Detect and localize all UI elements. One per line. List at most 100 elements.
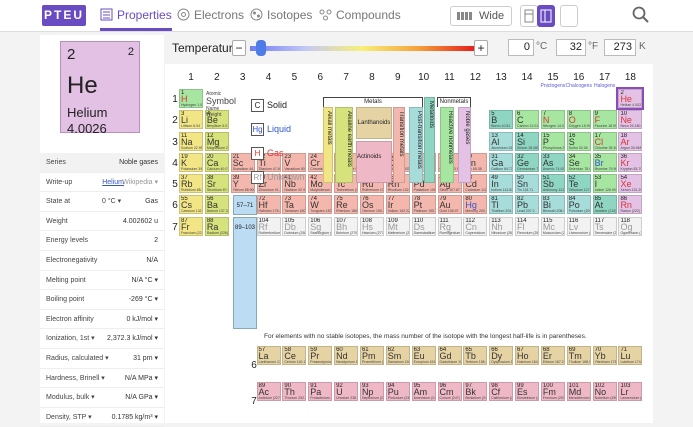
element-cell[interactable]: 53IIodine 126.90 [593, 174, 617, 193]
search-icon[interactable] [632, 6, 650, 24]
element-cell[interactable]: 66DyDysprosium 162.50 [489, 346, 513, 365]
property-value[interactable]: Helium [102, 173, 124, 193]
element-cell[interactable]: 93NpNeptunium (237) [360, 382, 384, 401]
element-cell[interactable]: 96CmCurium (247) [438, 382, 462, 401]
category-filter[interactable]: Alkali metals [323, 107, 333, 183]
element-cell[interactable]: 116LvLivermorium (293) [567, 217, 591, 236]
wide-button[interactable]: Wide [450, 6, 512, 26]
element-cell[interactable]: 95AmAmericium (243) [412, 382, 436, 401]
state-label[interactable]: Gas [267, 148, 284, 158]
element-cell[interactable]: 15PPhosphorus 30.974 [541, 132, 565, 151]
element-cell[interactable]: 88RaRadium (226) [205, 217, 229, 236]
temperature-slider-track[interactable] [250, 46, 474, 51]
element-cell[interactable]: 79AuGold 196.97 [438, 195, 462, 214]
element-cell[interactable]: 87FrFrancium (223) [179, 217, 203, 236]
category-filter[interactable]: Lanthanoids [356, 107, 392, 139]
element-cell[interactable]: 59PrPraseodymium 140.91 [308, 346, 332, 365]
element-cell[interactable]: 36KrKrypton 83.798 [618, 153, 642, 172]
element-cell[interactable]: 19KPotassium 39.098 [179, 153, 203, 172]
element-cell[interactable]: 70YbYtterbium 173.05 [593, 346, 617, 365]
element-cell[interactable]: 101MdMendelevium (258) [567, 382, 591, 401]
element-cell[interactable]: 65TbTerbium 158.93 [463, 346, 487, 365]
element-cell[interactable]: 85AtAstatine (210) [593, 195, 617, 214]
category-filter[interactable]: Noble gases [458, 107, 471, 183]
category-filter[interactable]: Post-transition metals [409, 107, 423, 183]
layout-button[interactable] [520, 5, 538, 27]
element-cell[interactable]: 58CeCerium 140.12 [282, 346, 306, 365]
element-cell[interactable]: 98CfCalifornium (251) [489, 382, 513, 401]
element-cell[interactable]: 71LuLutetium 174.97 [618, 346, 642, 365]
tab-isotopes[interactable]: Isotopes [250, 0, 312, 31]
temperature-slider-handle[interactable] [256, 40, 266, 56]
element-cell[interactable]: 1HHydrogen 1.008 [179, 89, 203, 108]
element-cell[interactable]: 16SSulfur 32.06 [567, 132, 591, 151]
category-filter[interactable]: Metalloids [424, 97, 435, 183]
element-cell[interactable]: 13AlAluminium 26.982 [489, 132, 513, 151]
dark-mode-button[interactable] [560, 5, 578, 27]
element-cell[interactable]: 50SnTin 118.71 [515, 174, 539, 193]
element-cell[interactable]: 78PtPlatinum 195.08 [412, 195, 436, 214]
category-filter[interactable]: Alkaline earth metals [335, 107, 353, 183]
element-cell[interactable]: 76OsOsmium 190.23 [360, 195, 384, 214]
element-cell[interactable]: 12MgMagnesium 24.305 [205, 132, 229, 151]
lanthanoid-placeholder[interactable]: 57–71 [233, 195, 257, 215]
element-cell[interactable]: 57LaLanthanum 138.91 [257, 346, 281, 365]
element-cell[interactable]: 61PmPromethium (145) [360, 346, 384, 365]
element-cell[interactable]: 81TlThallium 204.38 [489, 195, 513, 214]
element-cell[interactable]: 105DbDubnium (268) [282, 217, 306, 236]
state-code[interactable]: Rf [251, 171, 264, 184]
temperature-decrease-button[interactable]: − [232, 40, 246, 56]
state-label[interactable]: Unknown [267, 172, 305, 182]
element-cell[interactable]: 106SgSeaborgium (269) [308, 217, 332, 236]
element-cell[interactable]: 118OgOganesson (294) [618, 217, 642, 236]
element-cell[interactable]: 92UUranium 238.03 [334, 382, 358, 401]
element-cell[interactable]: 69TmThulium 168.93 [567, 346, 591, 365]
element-cell[interactable]: 64GdGadolinium 157.25 [438, 346, 462, 365]
category-filter[interactable]: Actinoids [356, 141, 392, 183]
state-temperature-select[interactable]: 0 °C ▾ [102, 192, 121, 212]
element-cell[interactable]: 80HgMercury 200.59 [463, 195, 487, 214]
element-cell[interactable]: 67HoHolmium 164.93 [515, 346, 539, 365]
element-cell[interactable]: 8OOxygen 15.999 [567, 110, 591, 129]
state-code[interactable]: Hg [251, 123, 264, 136]
element-cell[interactable]: 56BaBarium 137.33 [205, 195, 229, 214]
state-label[interactable]: Solid [267, 100, 287, 110]
element-cell[interactable]: 97BkBerkelium (247) [463, 382, 487, 401]
element-cell[interactable]: 68ErErbium 167.26 [541, 346, 565, 365]
element-cell[interactable]: 18ArArgon 39.948 [618, 132, 642, 151]
element-cell[interactable]: 6CCarbon 12.011 [515, 110, 539, 129]
category-filter[interactable]: Reactive nonmetals [440, 107, 454, 183]
element-cell[interactable]: 14SiSilicon 28.085 [515, 132, 539, 151]
element-cell[interactable]: 89AcActinium (227) [257, 382, 281, 401]
element-cell[interactable]: 38SrStrontium 87.62 [205, 174, 229, 193]
app-logo[interactable]: PTEU [42, 5, 86, 26]
element-cell[interactable]: 86RnRadon (222) [618, 195, 642, 214]
element-cell[interactable]: 9FFluorine 18.998 [593, 110, 617, 129]
element-cell[interactable]: 108HsHassium (277) [360, 217, 384, 236]
element-cell[interactable]: 112CnCopernicium (285) [463, 217, 487, 236]
element-cell[interactable]: 51SbAntimony 121.76 [541, 174, 565, 193]
element-cell[interactable]: 20CaCalcium 40.078 [205, 153, 229, 172]
element-cell[interactable]: 109MtMeitnerium (278) [386, 217, 410, 236]
element-cell[interactable]: 84PoPolonium (209) [567, 195, 591, 214]
element-cell[interactable]: 114FlFlerovium (289) [515, 217, 539, 236]
element-cell[interactable]: 94PuPlutonium (244) [386, 382, 410, 401]
element-cell[interactable]: 35BrBromine 79.904 [593, 153, 617, 172]
actinoid-placeholder[interactable]: 89–103 [233, 217, 257, 329]
tab-properties[interactable]: Properties [100, 0, 172, 31]
element-cell[interactable]: 115McMoscovium (290) [541, 217, 565, 236]
element-cell[interactable]: 11NaSodium 22.990 [179, 132, 203, 151]
element-cell[interactable]: 10NeNeon 20.180 [618, 110, 642, 129]
element-cell[interactable]: 60NdNeodymium 144.24 [334, 346, 358, 365]
element-cell[interactable]: 77IrIridium 192.22 [386, 195, 410, 214]
element-cell[interactable]: 99EsEinsteinium (252) [515, 382, 539, 401]
element-cell[interactable]: 33AsArsenic 74.922 [541, 153, 565, 172]
element-cell[interactable]: 37RbRubidium 85.468 [179, 174, 203, 193]
state-label[interactable]: Liquid [267, 124, 291, 134]
temperature-increase-button[interactable]: + [474, 40, 488, 56]
celsius-input[interactable]: 0 [508, 39, 534, 56]
element-cell[interactable]: 74WTungsten 183.84 [308, 195, 332, 214]
element-cell[interactable]: 62SmSamarium 150.36 [386, 346, 410, 365]
element-cell[interactable]: 32GeGermanium 72.630 [515, 153, 539, 172]
sidebar-button[interactable] [537, 5, 555, 27]
